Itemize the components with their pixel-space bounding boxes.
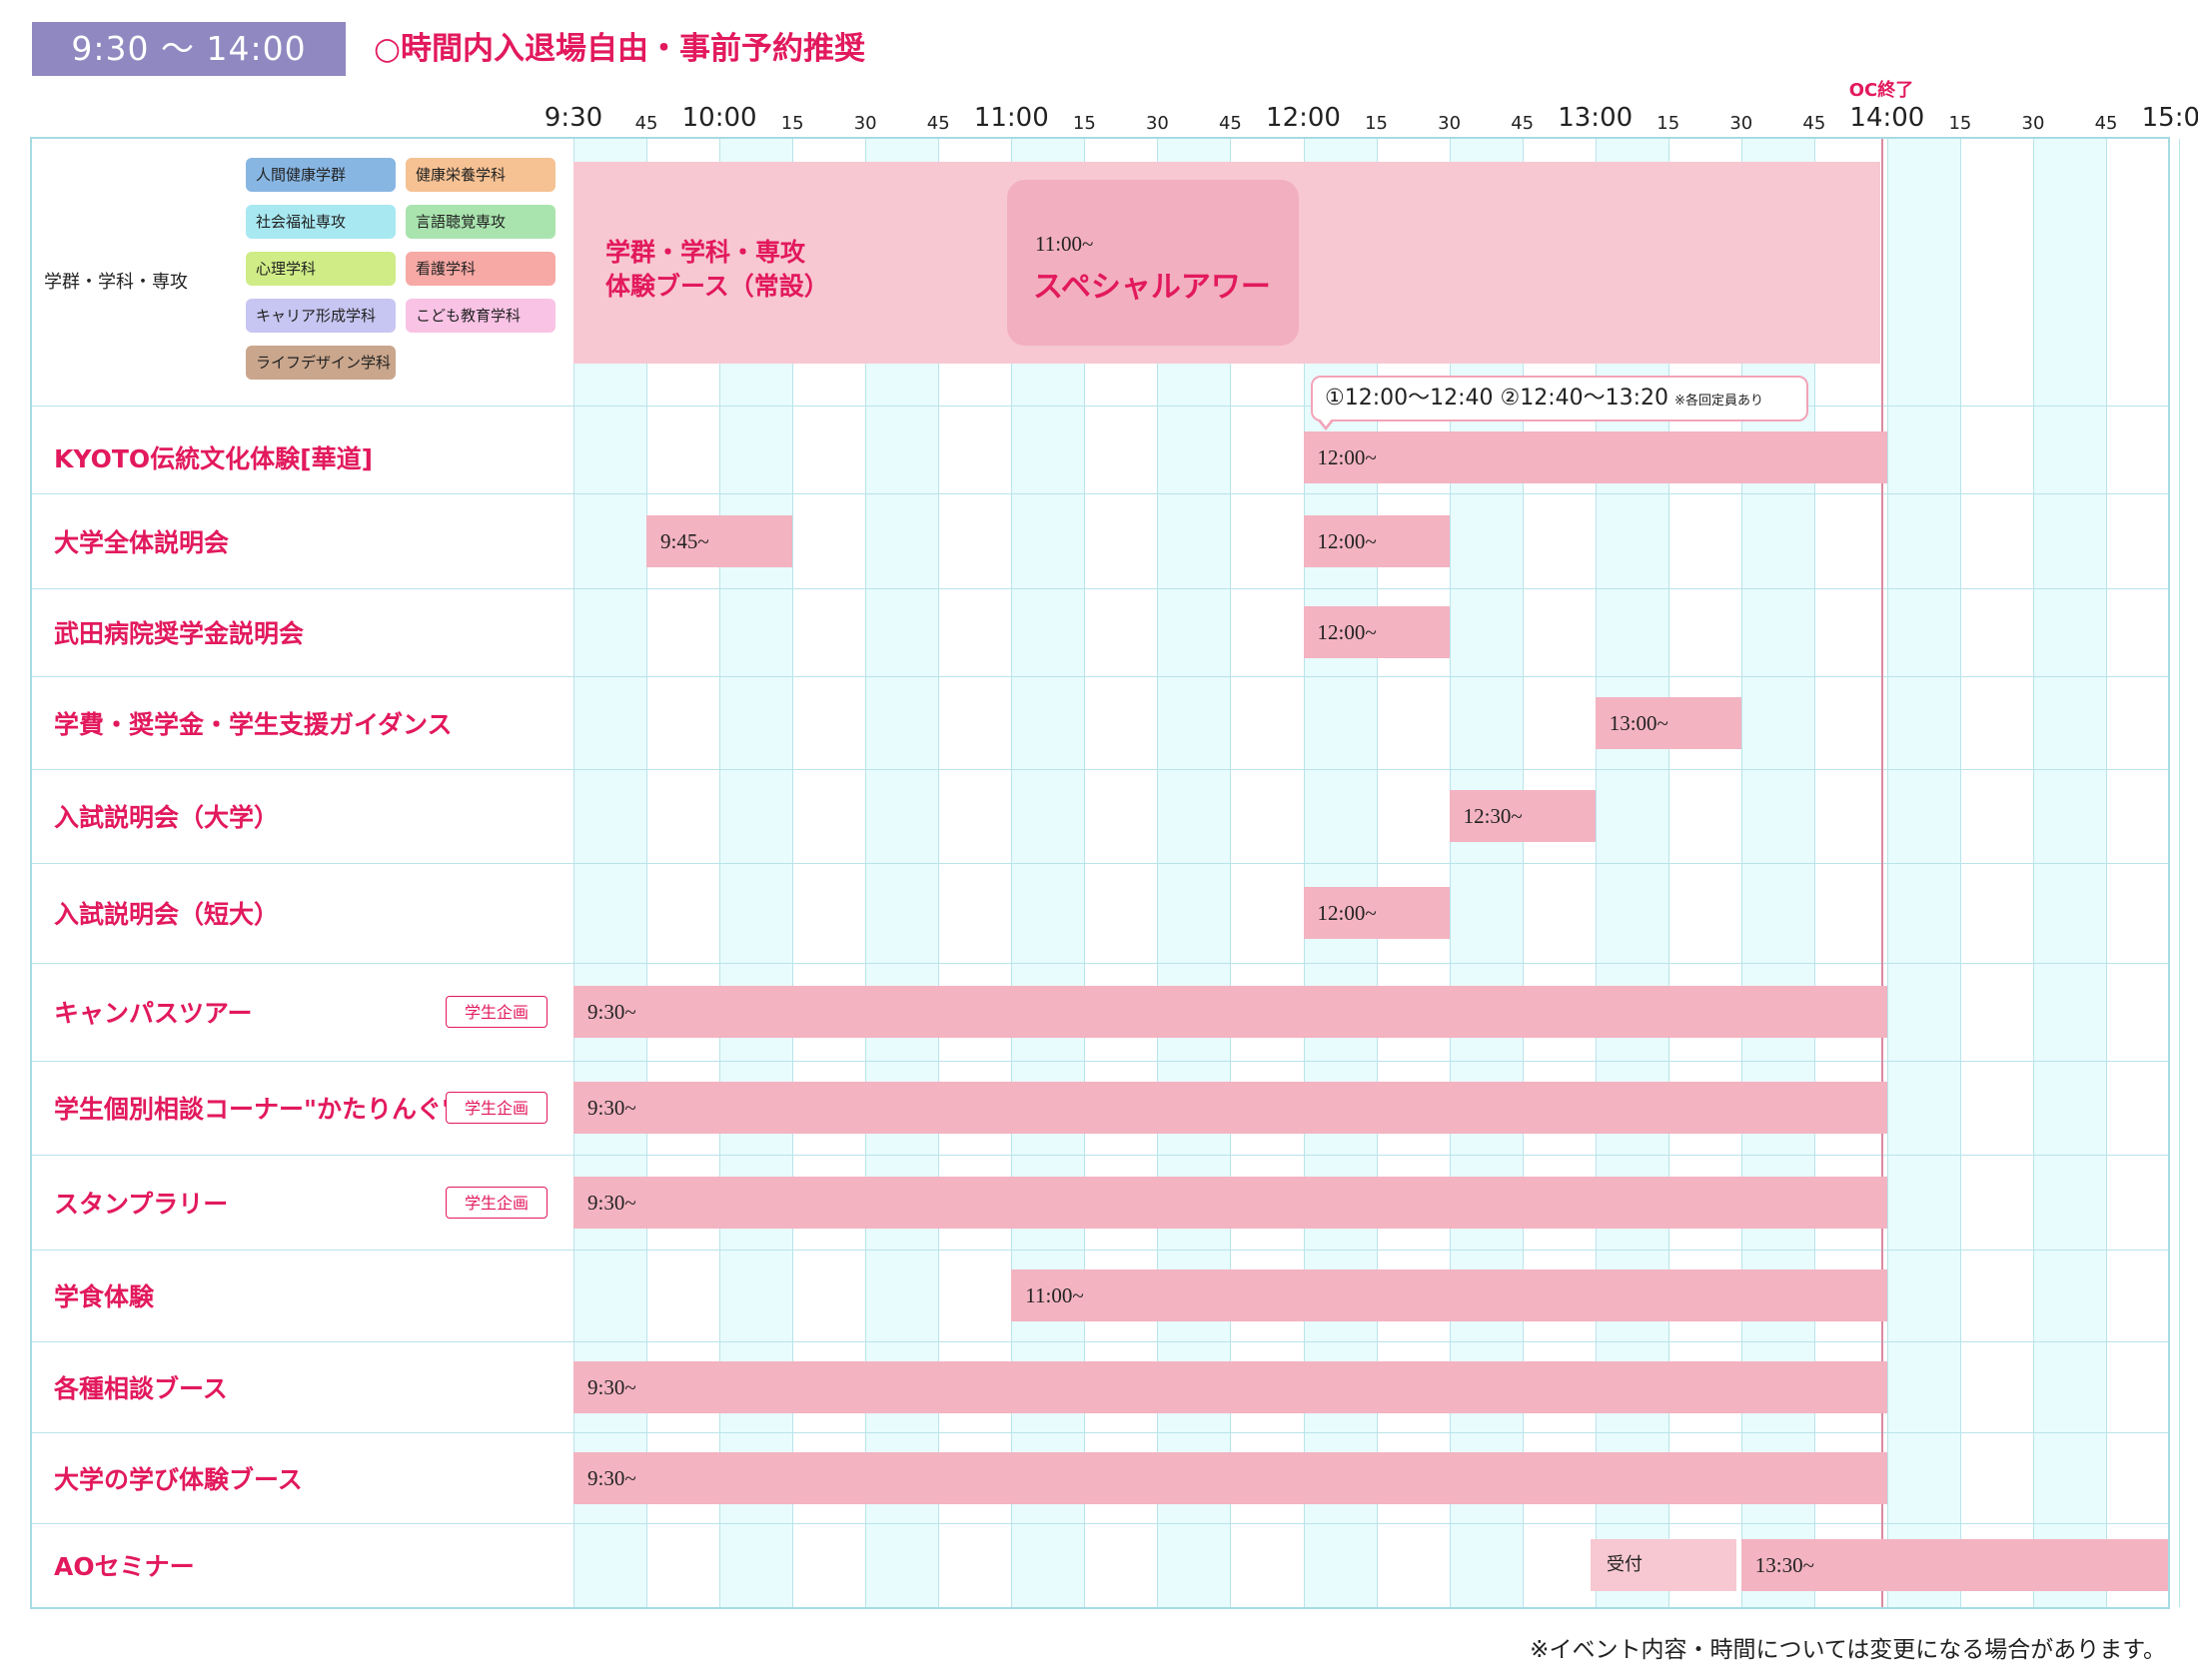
event-start-time: 11:00~ — [1025, 1283, 1084, 1307]
department-chip: ライフデザイン学科 — [246, 346, 396, 380]
event-label: 武田病院奨学金説明会 — [54, 619, 305, 648]
event-start-time: 12:00~ — [1317, 620, 1377, 644]
event-time-bar: 13:00~ — [1595, 696, 1741, 749]
axis-tick-label: 12:00 — [1266, 103, 1341, 133]
student-project-tag: 学生企画 — [446, 996, 548, 1028]
event-start-time: 12:30~ — [1463, 804, 1523, 828]
axis-tick-label: 45 — [634, 113, 658, 134]
event-start-time: 9:30~ — [587, 1465, 636, 1490]
event-time-bar: 12:00~ — [1303, 606, 1450, 658]
event-label: 大学全体説明会 — [54, 527, 230, 557]
event-start-time: 9:30~ — [587, 1190, 636, 1215]
department-chip: 看護学科 — [406, 252, 555, 286]
event-time-bar: 9:30~ — [573, 986, 1887, 1038]
axis-tick-label: 15 — [1948, 113, 1972, 134]
special-hour-title: スペシャルアワー — [1033, 270, 1271, 305]
event-time-bar: 9:45~ — [646, 514, 793, 567]
axis-tick-label: 13:00 — [1558, 103, 1634, 133]
axis-tick-label: 45 — [2094, 113, 2118, 134]
reception-bar: 受付 — [1591, 1539, 1736, 1591]
axis-tick-label: 11:00 — [973, 103, 1049, 133]
event-label: 学費・奨学金・学生支援ガイダンス — [54, 709, 453, 739]
department-section-title: 学群・学科・専攻 — [44, 272, 188, 293]
footnote: ※イベント内容・時間については変更になる場合があります。 — [1530, 1637, 2166, 1663]
department-chip: キャリア形成学科 — [246, 299, 396, 333]
axis-tick-label: 45 — [1218, 113, 1242, 134]
event-label: 入試説明会（短大） — [54, 900, 280, 929]
event-label: KYOTO伝統文化体験[華道] — [54, 444, 373, 473]
event-time-bar: 11:00~ — [1011, 1269, 1887, 1321]
event-label: 入試説明会（大学） — [54, 803, 280, 832]
event-time-bar: 12:30~ — [1449, 790, 1596, 842]
event-label: 学生個別相談コーナー"かたりんぐ" — [54, 1095, 456, 1124]
event-label: AOセミナー — [54, 1552, 195, 1581]
axis-tick-label: 30 — [853, 113, 877, 134]
department-chip: 健康栄養学科 — [406, 158, 555, 192]
event-start-time: 9:30~ — [587, 1000, 636, 1024]
event-label: 学食体験 — [54, 1282, 155, 1311]
axis-tick-label: 15:00 — [2141, 103, 2198, 133]
event-time-bar: 9:30~ — [573, 1451, 1887, 1504]
student-project-tag: 学生企画 — [446, 1092, 548, 1124]
event-label: キャンパスツアー — [54, 999, 253, 1028]
axis-tick-label: 14:00 — [1849, 103, 1925, 133]
axis-tick-label: 15 — [1656, 113, 1680, 134]
event-time-bar: 9:30~ — [573, 1082, 1887, 1134]
event-start-time: 13:00~ — [1609, 710, 1668, 735]
grid-line-vertical — [2179, 139, 2181, 1607]
department-chip: 心理学科 — [246, 252, 396, 286]
axis-tick-label: 15 — [780, 113, 804, 134]
axis-tick-label: 30 — [1145, 113, 1169, 134]
entry-note: ○時間内入退場自由・事前予約推奨 — [374, 31, 866, 67]
event-label: スタンプラリー — [54, 1189, 229, 1219]
ikebana-session-callout: ①12:00〜12:40 ②12:40〜13:20 ※各回定員あり — [1311, 376, 1808, 421]
event-start-time: 13:30~ — [1754, 1553, 1814, 1577]
event-time-bar: 13:30~ — [1740, 1539, 2168, 1591]
event-start-time: 12:00~ — [1317, 445, 1377, 469]
event-time-bar: 9:30~ — [573, 1176, 1887, 1229]
event-label: 大学の学び体験ブース — [54, 1464, 303, 1494]
event-start-time: 9:30~ — [587, 1374, 636, 1399]
axis-tick-label: 10:00 — [681, 103, 757, 133]
axis-tick-label: 30 — [2021, 113, 2045, 134]
event-time-bar: 12:00~ — [1303, 887, 1450, 939]
event-start-time: 9:30~ — [587, 1096, 636, 1120]
event-time-bar: 9:30~ — [573, 1360, 1887, 1413]
axis-tick-label: 45 — [1802, 113, 1826, 134]
department-booth-label: 学群・学科・専攻 体験ブース（常設） — [605, 236, 829, 304]
department-chip: 人間健康学群 — [246, 158, 396, 192]
time-range-badge: 9:30 〜 14:00 — [32, 22, 346, 76]
department-booth-label-line1: 学群・学科・専攻 — [605, 238, 806, 267]
event-start-time: 12:00~ — [1317, 901, 1377, 925]
callout-pointer-inner — [1319, 418, 1333, 426]
axis-tick-label: 30 — [1729, 113, 1753, 134]
axis-tick-label: 45 — [1511, 113, 1535, 134]
event-label: 各種相談ブース — [54, 1373, 228, 1403]
reception-label: 受付 — [1607, 1554, 1643, 1575]
event-start-time: 9:45~ — [660, 528, 709, 553]
event-time-bar: 12:00~ — [1303, 431, 1887, 483]
department-chip: 言語聴覚専攻 — [406, 205, 555, 239]
axis-tick-label: 45 — [926, 113, 950, 134]
callout-sessions: ①12:00〜12:40 ②12:40〜13:20 — [1325, 386, 1669, 411]
department-chip: こども教育学科 — [406, 299, 555, 333]
axis-tick-label: 30 — [1438, 113, 1462, 134]
department-chip: 社会福祉専攻 — [246, 205, 396, 239]
axis-tick-label: 15 — [1072, 113, 1096, 134]
event-time-bar: 12:00~ — [1303, 514, 1450, 567]
callout-capacity-note: ※各回定員あり — [1674, 394, 1763, 409]
student-project-tag: 学生企画 — [446, 1186, 548, 1219]
department-booth-label-line2: 体験ブース（常設） — [605, 272, 829, 301]
event-start-time: 12:00~ — [1317, 528, 1377, 553]
axis-tick-label: 9:30 — [544, 103, 603, 133]
special-hour-time: 11:00~ — [1035, 232, 1094, 256]
oc-end-label: OC終了 — [1848, 80, 1914, 101]
axis-tick-label: 15 — [1365, 113, 1388, 134]
